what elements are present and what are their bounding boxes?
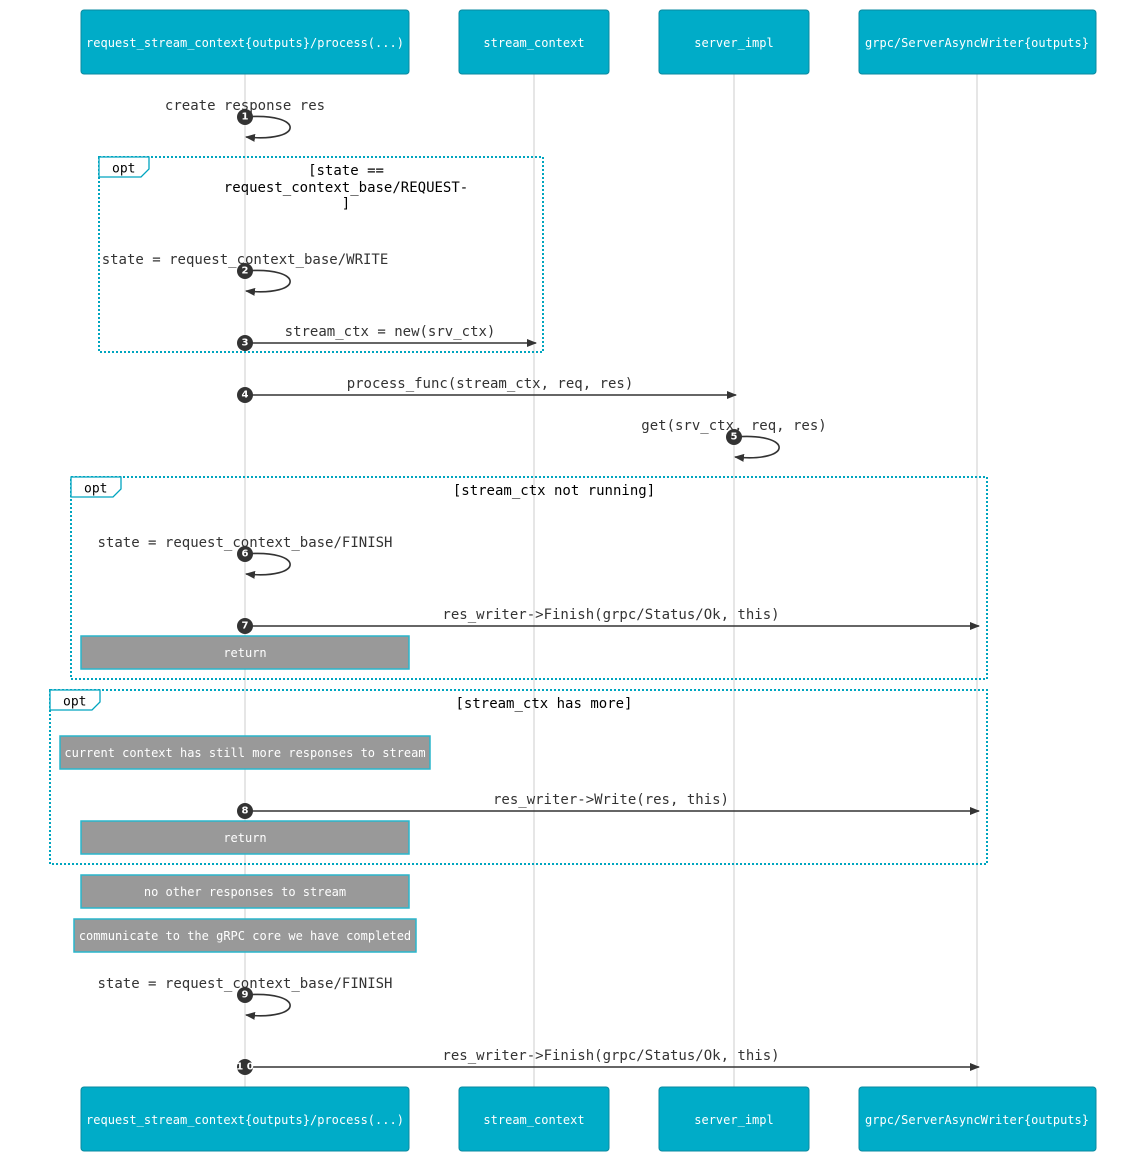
message-label: res_writer->Finish(grpc/Status/Ok, this) xyxy=(442,1048,779,1064)
frame-kind-label: opt xyxy=(63,695,86,710)
sequence-number: 3 xyxy=(242,338,249,349)
message-3[interactable]: stream_ctx = new(srv_ctx) 3 xyxy=(237,324,537,351)
actor-request-stream-context-bottom[interactable]: request_stream_context{outputs}/process(… xyxy=(80,1086,410,1152)
sequence-number: 1 xyxy=(242,112,249,123)
sequence-number: 4 xyxy=(242,390,249,401)
sequence-number: 7 xyxy=(242,621,249,632)
message-10[interactable]: res_writer->Finish(grpc/Status/Ok, this)… xyxy=(236,1048,980,1075)
actor-label: grpc/ServerAsyncWriter{outputs} xyxy=(865,1113,1089,1127)
frame-condition: request_context_base/REQUEST- xyxy=(224,180,468,196)
message-7[interactable]: res_writer->Finish(grpc/Status/Ok, this)… xyxy=(237,607,980,634)
actor-server-async-writer[interactable]: grpc/ServerAsyncWriter{outputs} xyxy=(858,9,1097,75)
sequence-number: 9 xyxy=(242,990,249,1001)
note-text: return xyxy=(223,831,266,845)
actor-stream-context[interactable]: stream_context xyxy=(458,9,610,75)
sequence-number: 2 xyxy=(242,266,249,277)
sequence-number: 8 xyxy=(242,806,249,817)
actor-server-impl[interactable]: server_impl xyxy=(658,9,810,75)
message-8[interactable]: res_writer->Write(res, this) 8 xyxy=(237,792,980,819)
actor-label: grpc/ServerAsyncWriter{outputs} xyxy=(865,36,1089,50)
actor-server-impl-bottom[interactable]: server_impl xyxy=(658,1086,810,1152)
actors-bottom: request_stream_context{outputs}/process(… xyxy=(80,1086,1097,1152)
frame-condition: [stream_ctx has more] xyxy=(455,696,632,712)
message-label: res_writer->Write(res, this) xyxy=(493,792,729,808)
frame-kind-label: opt xyxy=(84,482,107,497)
actor-request-stream-context[interactable]: request_stream_context{outputs}/process(… xyxy=(80,9,410,75)
message-label: process_func(stream_ctx, req, res) xyxy=(347,376,634,392)
sequence-number: 6 xyxy=(242,549,249,560)
actor-label: request_stream_context{outputs}/process(… xyxy=(86,36,404,50)
message-4[interactable]: process_func(stream_ctx, req, res) 4 xyxy=(237,376,737,403)
actor-label: stream_context xyxy=(483,36,584,50)
note-no-other-responses: no other responses to stream xyxy=(80,874,410,909)
note-text: current context has still more responses… xyxy=(64,746,425,760)
message-label: stream_ctx = new(srv_ctx) xyxy=(285,324,496,340)
actor-server-async-writer-bottom[interactable]: grpc/ServerAsyncWriter{outputs} xyxy=(858,1086,1097,1152)
frame-condition: [stream_ctx not running] xyxy=(453,483,655,499)
sequence-number: 1 0 xyxy=(236,1062,253,1073)
actors-top: request_stream_context{outputs}/process(… xyxy=(80,9,1097,75)
actor-label: request_stream_context{outputs}/process(… xyxy=(86,1113,404,1127)
actor-label: server_impl xyxy=(694,1113,773,1127)
note-return-1: return xyxy=(80,635,410,670)
note-communicate-completed: communicate to the gRPC core we have com… xyxy=(73,918,417,953)
note-return-2: return xyxy=(80,820,410,855)
note-more-responses: current context has still more responses… xyxy=(59,735,431,770)
note-text: return xyxy=(223,646,266,660)
sequence-diagram: opt [state == request_context_base/REQUE… xyxy=(49,9,1097,1152)
message-label: res_writer->Finish(grpc/Status/Ok, this) xyxy=(442,607,779,623)
frame-kind-label: opt xyxy=(112,162,135,177)
frame-condition: ] xyxy=(342,196,350,212)
note-text: communicate to the gRPC core we have com… xyxy=(79,929,411,943)
frame-condition: [state == xyxy=(308,163,384,179)
sequence-number: 5 xyxy=(731,432,738,443)
actor-stream-context-bottom[interactable]: stream_context xyxy=(458,1086,610,1152)
note-text: no other responses to stream xyxy=(144,885,346,899)
actor-label: stream_context xyxy=(483,1113,584,1127)
actor-label: server_impl xyxy=(694,36,773,50)
